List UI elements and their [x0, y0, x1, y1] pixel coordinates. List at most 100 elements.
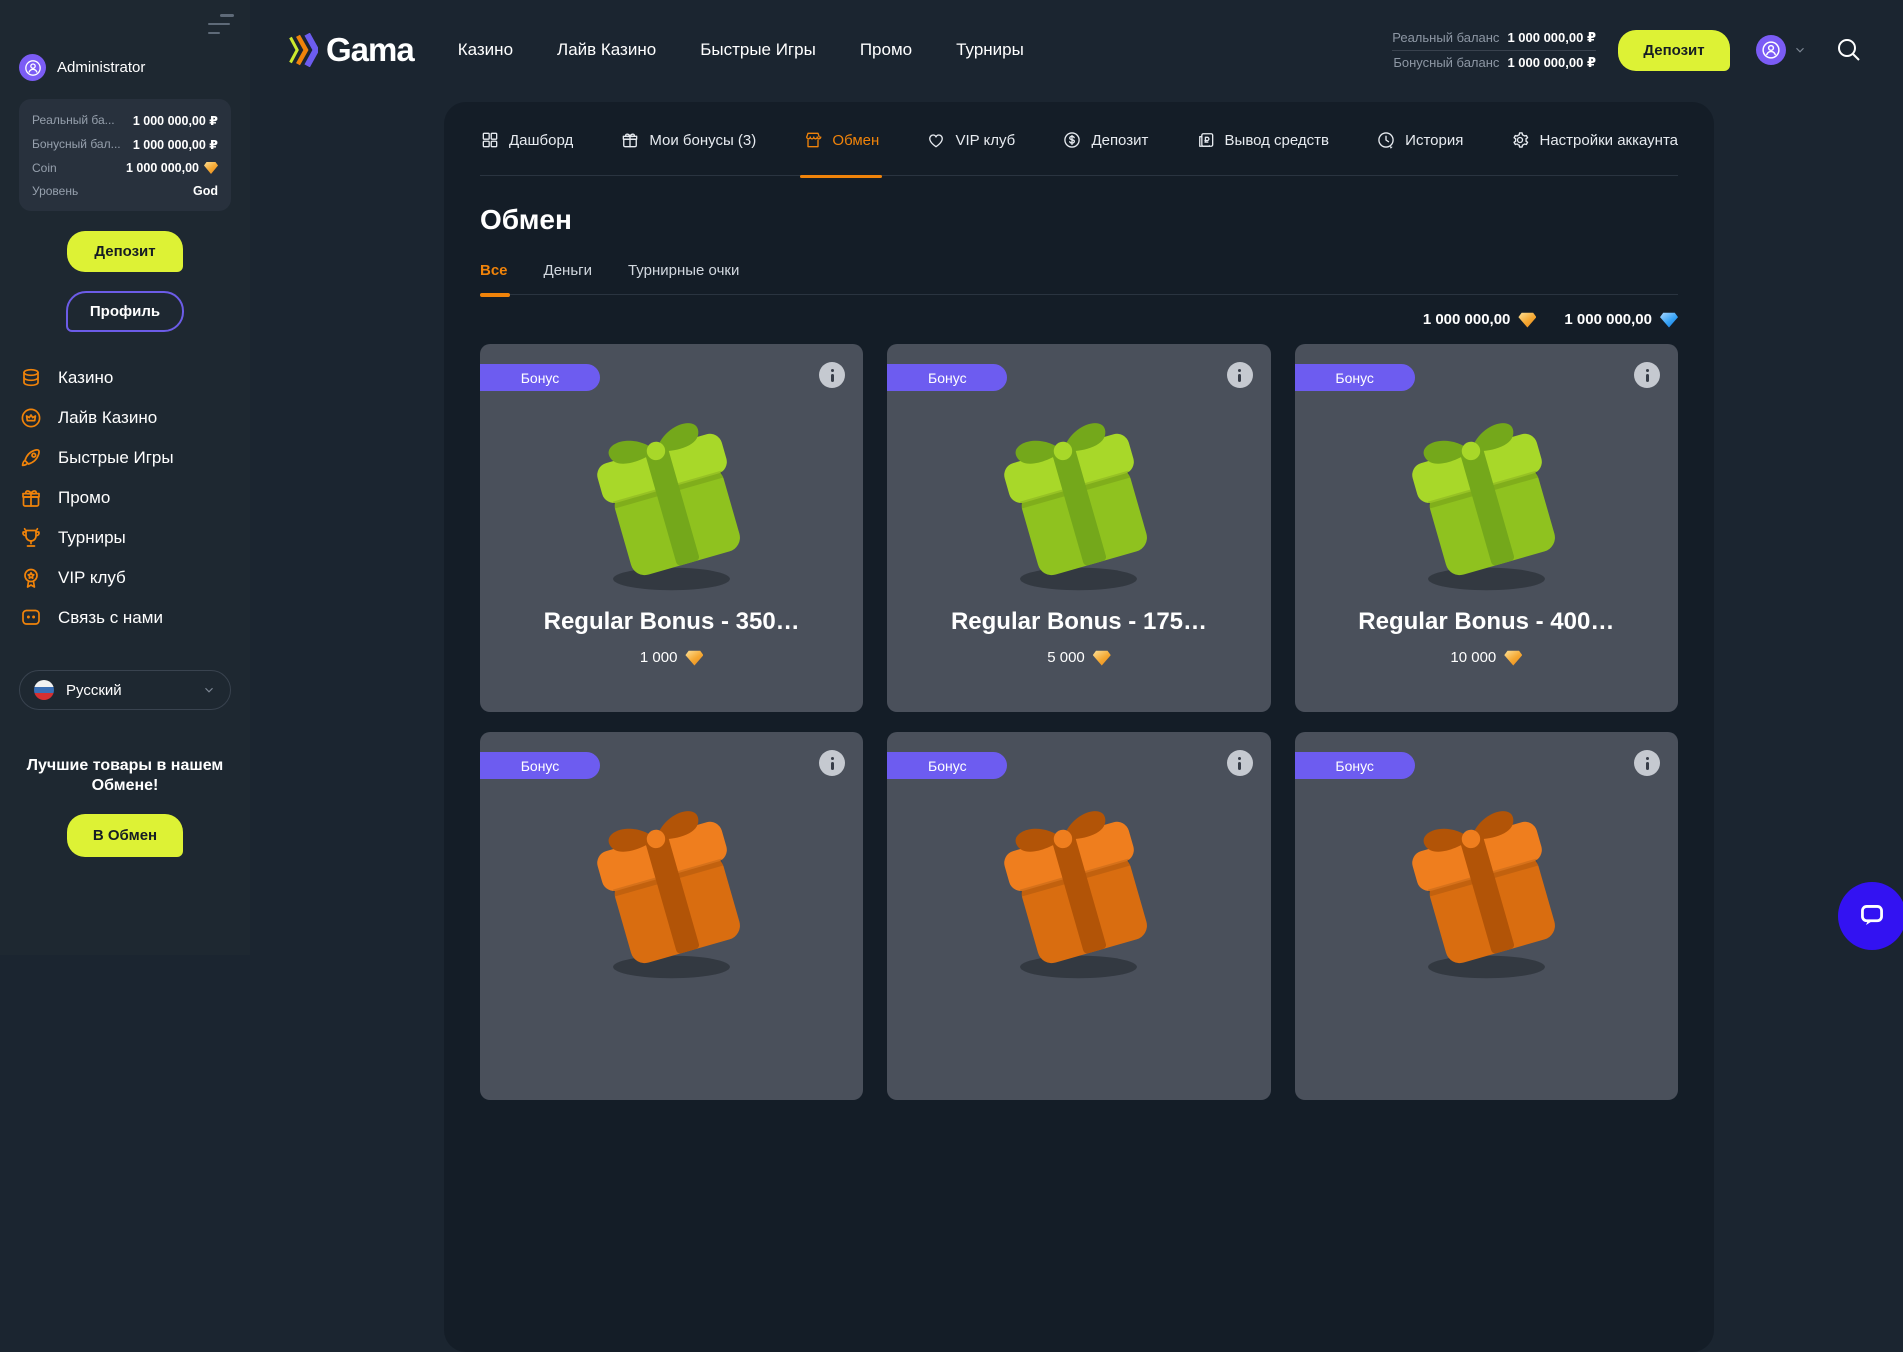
bonus-card[interactable]: Бонус	[480, 732, 863, 1100]
info-icon[interactable]	[819, 362, 845, 388]
tab-withdraw[interactable]: Вывод средств	[1196, 130, 1329, 150]
coin-gem-icon	[1518, 312, 1536, 328]
card-title: Regular Bonus - 350…	[544, 608, 800, 636]
info-icon[interactable]	[819, 750, 845, 776]
bonus-card[interactable]: Бонус	[887, 344, 1270, 712]
header-balances: Реальный баланс 1 000 000,00 ₽ Бонусный …	[1392, 26, 1596, 75]
coins-icon	[19, 366, 43, 390]
info-icon[interactable]	[1227, 362, 1253, 388]
coin-balance: 1 000 000,00	[1423, 311, 1537, 328]
header-deposit-button[interactable]: Депозит	[1618, 30, 1730, 71]
bonus-badge: Бонус	[1295, 364, 1415, 391]
bonus-balance-row: Бонусный бал... 1 000 000,00 ₽	[32, 132, 218, 156]
sidebar-item-contact[interactable]: Связь с нами	[19, 598, 231, 638]
top-nav-promo[interactable]: Промо	[860, 40, 912, 60]
gift-box-image	[976, 784, 1181, 992]
sidebar-deposit-button[interactable]: Депозит	[67, 231, 183, 272]
top-nav-fast-games[interactable]: Быстрые Игры	[700, 40, 816, 60]
sidebar-item-live-casino[interactable]: Лайв Казино	[19, 398, 231, 438]
gift-box-image	[976, 396, 1181, 604]
tab-history[interactable]: История	[1376, 130, 1463, 150]
logo-text: Gama	[326, 31, 414, 69]
live-casino-icon	[19, 406, 43, 430]
bonus-card[interactable]: Бонус	[1295, 344, 1678, 712]
gear-icon	[1510, 130, 1530, 150]
history-clock-icon	[1376, 130, 1396, 150]
chevron-down-icon	[202, 683, 216, 697]
info-icon[interactable]	[1634, 362, 1660, 388]
sidebar-item-fast-games[interactable]: Быстрые Игры	[19, 438, 231, 478]
account-menu[interactable]	[1756, 35, 1807, 65]
exchange-balances: 1 000 000,00 1 000 000,00	[480, 311, 1678, 328]
top-nav-live-casino[interactable]: Лайв Казино	[557, 40, 656, 60]
russian-flag-icon	[34, 680, 54, 700]
language-selector[interactable]: Русский	[19, 670, 231, 710]
filter-money[interactable]: Деньги	[544, 262, 592, 279]
filter-all[interactable]: Все	[480, 262, 508, 279]
filter-tournament-points[interactable]: Турнирные очки	[628, 262, 739, 279]
storefront-icon	[803, 130, 823, 150]
tab-account-settings[interactable]: Настройки аккаунта	[1510, 130, 1678, 150]
chat-bubble-icon	[19, 606, 43, 630]
main-panel: Дашборд Мои бонусы (3) Обмен VIP клуб Де…	[444, 102, 1714, 1352]
logo[interactable]: Gama	[288, 31, 414, 69]
bonus-cards-grid: Бонус	[480, 344, 1678, 1100]
card-price: 10 000	[1450, 649, 1522, 666]
chevron-down-icon	[1793, 43, 1807, 57]
bonus-badge: Бонус	[887, 752, 1007, 779]
top-nav-tournaments[interactable]: Турниры	[956, 40, 1024, 60]
avatar-icon	[19, 54, 46, 81]
bonus-card[interactable]: Бонус	[1295, 732, 1678, 1100]
bonus-card[interactable]: Бонус	[887, 732, 1270, 1100]
user-row[interactable]: Administrator	[19, 54, 231, 81]
coin-gem-icon	[204, 161, 218, 174]
gift-icon	[19, 486, 43, 510]
top-nav: Казино Лайв Казино Быстрые Игры Промо Ту…	[458, 40, 1024, 60]
bonus-badge: Бонус	[1295, 752, 1415, 779]
sidebar-item-vip[interactable]: VIP клуб	[19, 558, 231, 598]
gift-icon	[620, 130, 640, 150]
gift-box-image	[1384, 784, 1589, 992]
sidebar-nav: Казино Лайв Казино Быстрые Игры Промо Ту…	[19, 358, 231, 638]
to-exchange-button[interactable]: В Обмен	[67, 814, 183, 857]
info-icon[interactable]	[1634, 750, 1660, 776]
card-price	[1473, 1009, 1499, 1025]
vip-badge-icon	[19, 566, 43, 590]
dashboard-grid-icon	[480, 130, 500, 150]
search-icon[interactable]	[1835, 36, 1863, 64]
page-title: Обмен	[480, 204, 1678, 236]
live-chat-button[interactable]	[1838, 882, 1903, 950]
coin-gem-icon	[1093, 650, 1111, 666]
banknote-icon	[1196, 130, 1216, 150]
sidebar-item-casino[interactable]: Казино	[19, 358, 231, 398]
info-icon[interactable]	[1227, 750, 1253, 776]
coin-balance-row: Coin 1 000 000,00	[32, 156, 218, 179]
dollar-coin-icon	[1062, 130, 1082, 150]
gift-box-image	[569, 396, 774, 604]
topbar: Gama Казино Лайв Казино Быстрые Игры Про…	[250, 0, 1903, 100]
exchange-filters: Все Деньги Турнирные очки	[480, 262, 1678, 295]
tab-my-bonuses[interactable]: Мои бонусы (3)	[620, 130, 756, 150]
card-price	[1066, 1009, 1092, 1025]
coin-gem-icon	[685, 650, 703, 666]
sidebar-profile-button[interactable]: Профиль	[66, 291, 184, 332]
bonus-badge: Бонус	[887, 364, 1007, 391]
rocket-icon	[19, 446, 43, 470]
hamburger-menu-icon[interactable]	[208, 14, 234, 34]
bonus-card[interactable]: Бонус	[480, 344, 863, 712]
level-row: Уровень God	[32, 179, 218, 202]
chat-bubble-icon	[1855, 899, 1889, 933]
promo-text: Лучшие товары в нашем Обмене!	[19, 756, 231, 796]
tab-dashboard[interactable]: Дашборд	[480, 130, 573, 150]
tab-deposit[interactable]: Депозит	[1062, 130, 1148, 150]
logo-chevrons-icon	[288, 33, 318, 67]
card-price: 5 000	[1047, 649, 1111, 666]
tab-exchange[interactable]: Обмен	[803, 130, 879, 150]
sidebar-item-promo[interactable]: Промо	[19, 478, 231, 518]
tab-vip-club[interactable]: VIP клуб	[926, 130, 1015, 150]
sidebar-item-tournaments[interactable]: Турниры	[19, 518, 231, 558]
top-nav-casino[interactable]: Казино	[458, 40, 513, 60]
card-price: 1 000	[640, 649, 704, 666]
card-price	[659, 1009, 685, 1025]
real-balance-row: Реальный ба... 1 000 000,00 ₽	[32, 108, 218, 132]
